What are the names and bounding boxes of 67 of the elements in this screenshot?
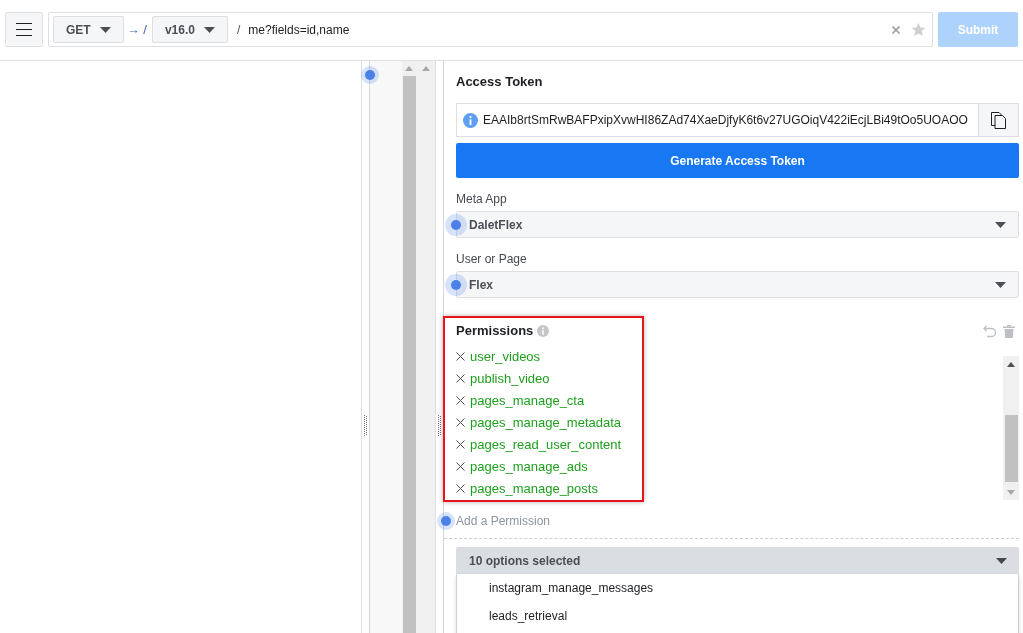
marker-dot-icon <box>361 66 379 84</box>
star-icon[interactable] <box>911 22 926 37</box>
url-bar[interactable]: GET → / v16.0 / me?fields=id,name <box>48 12 933 47</box>
section-title: Permissions <box>456 322 534 340</box>
grip-icon[interactable] <box>438 415 441 436</box>
scrollbar-thumb[interactable] <box>1004 415 1018 482</box>
generate-token-button[interactable]: Generate Access Token <box>456 143 1019 178</box>
grip-icon[interactable] <box>364 415 367 436</box>
close-icon <box>456 461 465 471</box>
remove-button[interactable] <box>456 417 465 427</box>
permission-name: pages_manage_cta <box>470 392 585 408</box>
caret-icon <box>99 26 111 33</box>
marker-dot-icon <box>445 274 467 296</box>
method-dropdown[interactable]: GET <box>53 16 124 43</box>
undo-icon[interactable] <box>983 324 996 338</box>
close-icon <box>456 483 465 493</box>
scroll-down-icon[interactable] <box>1007 490 1015 495</box>
scroll-up-icon[interactable] <box>1007 362 1015 367</box>
option-item[interactable]: instagram_manage_messages <box>457 574 1018 602</box>
caret-icon <box>995 221 1006 228</box>
copy-button[interactable] <box>978 104 1018 136</box>
path-input[interactable]: me?fields=id,name <box>248 19 892 40</box>
marker-dot-icon <box>437 512 455 530</box>
scrollbar[interactable] <box>416 61 435 633</box>
permission-input[interactable]: Add a Permission <box>456 507 1019 538</box>
path-separator: / <box>236 22 241 37</box>
remove-button[interactable] <box>456 461 465 471</box>
info-icon[interactable] <box>537 325 550 337</box>
caret-icon <box>203 26 215 33</box>
menu-icon <box>16 23 32 36</box>
close-icon <box>456 439 465 449</box>
remove-button[interactable] <box>456 395 465 405</box>
permission-name: publish_video <box>470 370 550 386</box>
copy-icon <box>991 111 1006 129</box>
remove-button[interactable] <box>456 351 465 361</box>
caret-icon <box>995 281 1006 288</box>
option-item[interactable]: leads_retrieval <box>457 602 1018 630</box>
close-icon <box>456 351 465 361</box>
select-dropdown[interactable]: DaletFlex <box>456 211 1019 238</box>
permission-name: pages_manage_ads <box>470 458 588 474</box>
token-field[interactable]: EAAIb8rtSmRwBAFPxipXvwHI86ZAd74XaeDjfyK6t6v27UGOiqV422iEcjLBi49tOo5UOAOO <box>456 103 1019 137</box>
caret-icon <box>996 557 1007 564</box>
permission-name: pages_manage_metadata <box>470 414 622 430</box>
remove-button[interactable] <box>456 373 465 383</box>
version-dropdown[interactable]: v16.0 <box>151 16 228 43</box>
clear-icon[interactable] <box>892 25 900 34</box>
remove-button[interactable] <box>456 483 465 493</box>
menu-button[interactable] <box>5 12 43 47</box>
field-label: Meta App <box>456 191 508 207</box>
remove-button[interactable] <box>456 439 465 449</box>
select-dropdown[interactable]: Flex <box>456 271 1019 298</box>
permission-name: user_videos <box>470 348 541 364</box>
close-icon <box>456 395 465 405</box>
marker-dot-icon <box>445 214 467 236</box>
close-icon <box>456 417 465 427</box>
token-text: EAAIb8rtSmRwBAFPxipXvwHI86ZAd74XaeDjfyK6t6v27UGOiqV422iEcjLBi49tOo5UOAOO <box>483 113 969 127</box>
close-icon <box>456 373 465 383</box>
splitter-bar[interactable] <box>435 61 444 633</box>
arrow-text: → / <box>126 22 147 37</box>
permission-name: pages_read_user_content <box>470 436 622 452</box>
field-label: User or Page <box>456 251 528 267</box>
trash-icon[interactable] <box>1003 324 1015 338</box>
permission-name: pages_manage_posts <box>470 480 598 496</box>
options-dropdown[interactable]: 10 options selected <box>456 547 1019 574</box>
scrollbar[interactable] <box>1003 356 1019 500</box>
section-title: Access Token <box>456 73 544 91</box>
info-icon <box>463 112 478 128</box>
